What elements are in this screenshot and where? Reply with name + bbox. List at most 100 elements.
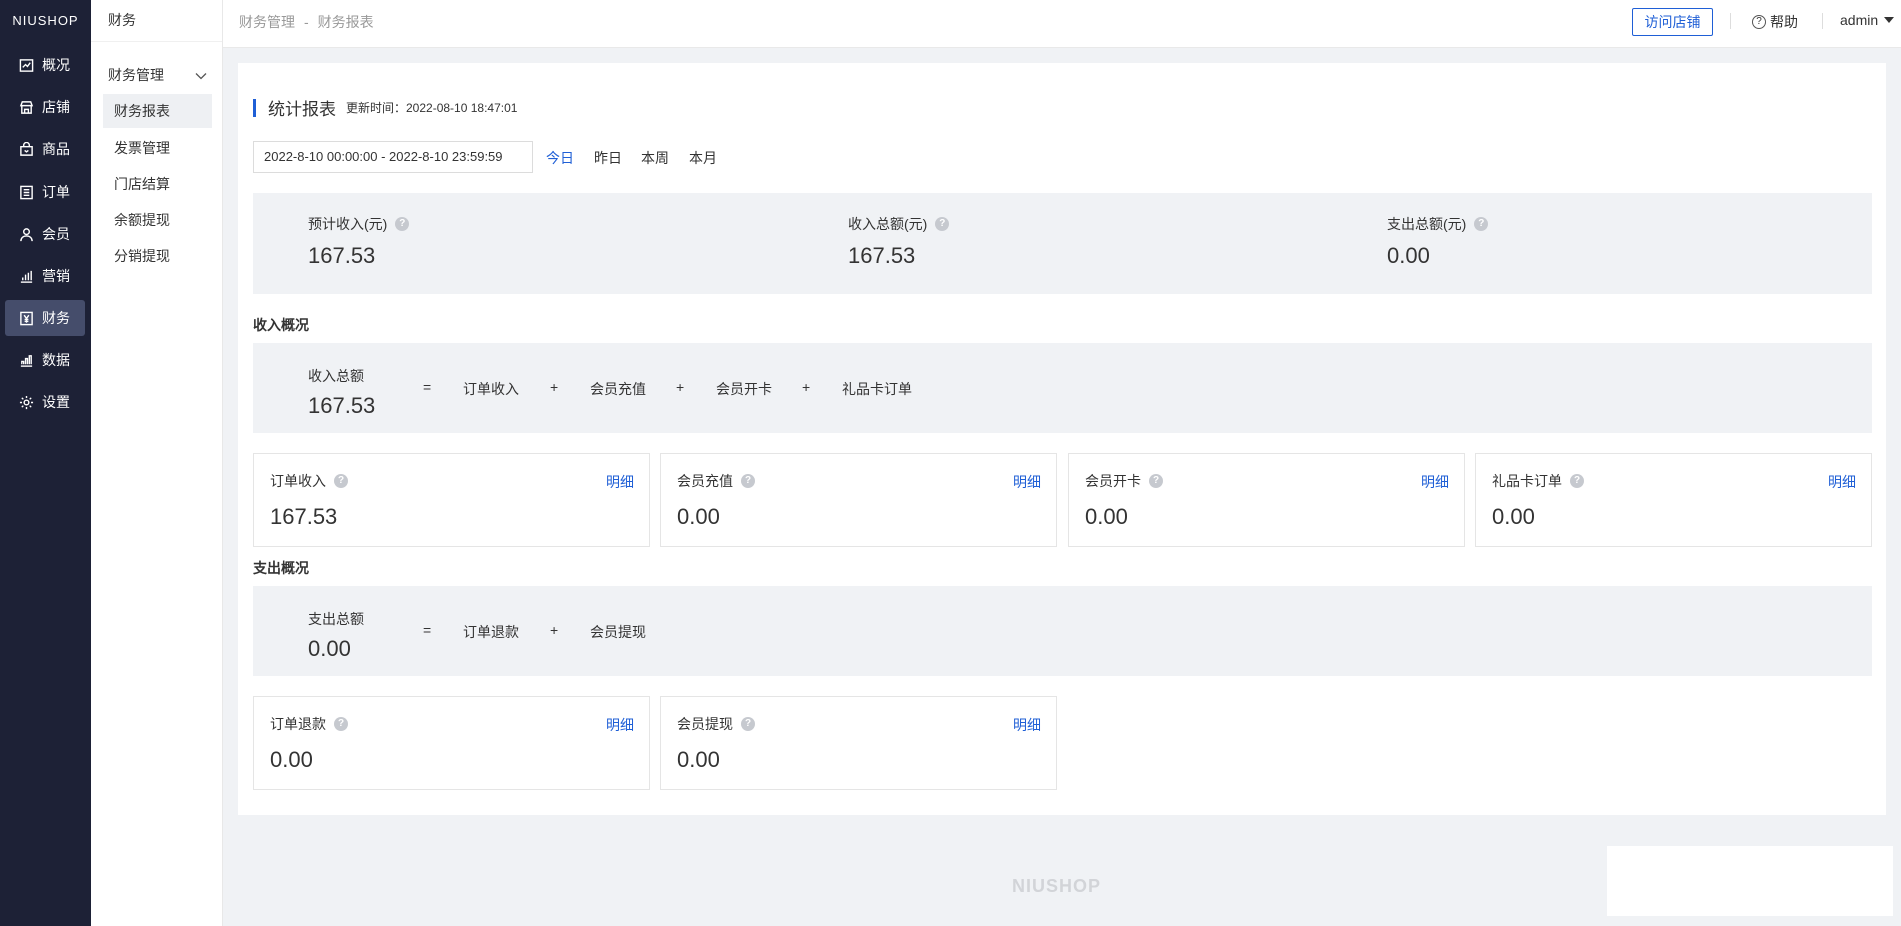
sidebar-item-label: 会员 xyxy=(42,226,70,242)
card-label-text: 会员充值 xyxy=(677,473,733,489)
question-icon[interactable]: ? xyxy=(334,474,348,488)
question-icon[interactable]: ? xyxy=(741,474,755,488)
help-link[interactable]: ? 帮助 xyxy=(1752,12,1798,32)
date-range-picker[interactable]: 2022-8-10 00:00:00 - 2022-8-10 23:59:59 xyxy=(253,141,533,173)
formula-term: 订单收入 xyxy=(463,381,519,397)
sidebar-item-goods[interactable]: 商品 xyxy=(5,131,85,167)
sidebar-item-label: 数据 xyxy=(42,352,70,368)
sidebar-item-member[interactable]: 会员 xyxy=(5,216,85,252)
sidebar-item-finance[interactable]: 财务 xyxy=(5,300,85,336)
sidebar-item-label: 设置 xyxy=(42,394,70,410)
sub-item-balance-withdraw[interactable]: 余额提现 xyxy=(103,203,212,237)
sub-group-finance-management[interactable]: 财务管理 xyxy=(91,62,223,88)
user-icon xyxy=(19,227,34,242)
help-label: 帮助 xyxy=(1770,14,1798,30)
detail-link[interactable]: 明细 xyxy=(1013,715,1041,735)
card-value: 0.00 xyxy=(270,747,313,772)
range-yesterday[interactable]: 昨日 xyxy=(594,148,622,168)
question-icon[interactable]: ? xyxy=(1474,217,1489,231)
breadcrumb-item: 财务报表 xyxy=(317,14,374,30)
expense-card-withdraw: 会员提现? 0.00 明细 xyxy=(660,696,1057,790)
formula-term: 会员提现 xyxy=(590,624,646,640)
sub-sidebar-title: 财务 xyxy=(91,0,222,42)
expense-formula-panel: 支出总额 0.00 = 订单退款 + 会员提现 xyxy=(253,586,1872,676)
report-title: 统计报表 xyxy=(268,100,336,119)
question-icon[interactable]: ? xyxy=(334,717,348,731)
sub-group-label: 财务管理 xyxy=(108,67,164,83)
card-label: 订单收入? xyxy=(270,471,348,491)
card-label-text: 订单退款 xyxy=(270,716,326,732)
bag-icon xyxy=(19,141,34,157)
sidebar-item-store[interactable]: 店铺 xyxy=(5,89,85,125)
user-menu[interactable]: admin xyxy=(1840,12,1895,28)
formula-term: 会员开卡 xyxy=(716,381,772,397)
range-this-week[interactable]: 本周 xyxy=(641,148,669,168)
top-header: 财务管理 - 财务报表 访问店铺 ? 帮助 admin xyxy=(223,0,1901,48)
expense-total-value: 0.00 xyxy=(308,636,351,661)
sub-sidebar: 财务 财务管理 财务报表 发票管理 门店结算 余额提现 分销提现 xyxy=(91,0,223,926)
expense-section-title: 支出概况 xyxy=(253,560,309,576)
sidebar-item-marketing[interactable]: 营销 xyxy=(5,258,85,294)
plus-sign: + xyxy=(676,379,685,395)
detail-link[interactable]: 明细 xyxy=(606,715,634,735)
question-icon[interactable]: ? xyxy=(1570,474,1584,488)
detail-link[interactable]: 明细 xyxy=(1013,472,1041,492)
formula-term: 礼品卡订单 xyxy=(842,381,912,397)
brand-logo[interactable]: NIUSHOP xyxy=(0,0,91,42)
detail-link[interactable]: 明细 xyxy=(606,472,634,492)
question-icon[interactable]: ? xyxy=(1149,474,1163,488)
visit-store-button[interactable]: 访问店铺 xyxy=(1632,8,1713,36)
sub-item-invoice[interactable]: 发票管理 xyxy=(103,131,212,165)
sidebar-item-label: 商品 xyxy=(42,141,70,157)
income-card-order: 订单收入? 167.53 明细 xyxy=(253,453,650,547)
sidebar-item-label: 财务 xyxy=(42,310,70,326)
range-this-month[interactable]: 本月 xyxy=(689,148,717,168)
card-label: 订单退款? xyxy=(270,714,348,734)
footer-brand: NIUSHOP xyxy=(1012,876,1102,896)
stat-value-total-expense: 0.00 xyxy=(1387,243,1430,268)
card-label: 礼品卡订单? xyxy=(1492,471,1584,491)
breadcrumb-item[interactable]: 财务管理 xyxy=(239,14,295,30)
stat-label: 支出总额(元)? xyxy=(1387,214,1489,234)
data-icon xyxy=(19,353,34,368)
question-icon[interactable]: ? xyxy=(935,217,950,231)
formula-term: 会员充值 xyxy=(590,381,646,397)
card-value: 0.00 xyxy=(677,747,720,772)
card-label: 会员开卡? xyxy=(1085,471,1163,491)
plus-sign: + xyxy=(550,379,559,395)
sidebar-item-settings[interactable]: 设置 xyxy=(5,384,85,420)
sub-item-finance-report[interactable]: 财务报表 xyxy=(103,94,212,128)
income-card-giftcard: 礼品卡订单? 0.00 明细 xyxy=(1475,453,1872,547)
detail-link[interactable]: 明细 xyxy=(1828,472,1856,492)
question-icon[interactable]: ? xyxy=(741,717,755,731)
sidebar-item-label: 概况 xyxy=(42,57,70,73)
card-value: 0.00 xyxy=(677,504,720,529)
card-label-text: 会员提现 xyxy=(677,716,733,732)
income-total-label: 收入总额 xyxy=(308,368,364,384)
range-today[interactable]: 今日 xyxy=(546,148,574,168)
help-icon: ? xyxy=(1752,15,1766,29)
breadcrumb: 财务管理 - 财务报表 xyxy=(239,12,374,32)
income-total-value: 167.53 xyxy=(308,393,376,418)
card-value: 0.00 xyxy=(1492,504,1535,529)
sub-item-store-settlement[interactable]: 门店结算 xyxy=(103,167,212,201)
gear-icon xyxy=(19,395,34,410)
stat-label-text: 预计收入(元) xyxy=(308,216,388,232)
question-icon[interactable]: ? xyxy=(395,217,410,231)
sub-item-distribution-withdraw[interactable]: 分销提现 xyxy=(103,239,212,273)
sidebar-item-overview[interactable]: 概况 xyxy=(5,47,85,83)
stat-label: 预计收入(元)? xyxy=(308,214,410,234)
sidebar-item-data[interactable]: 数据 xyxy=(5,342,85,378)
stat-label: 收入总额(元)? xyxy=(848,214,950,234)
line-chart-icon xyxy=(19,58,34,73)
report-header: 统计报表 更新时间：2022-08-10 18:47:01 xyxy=(253,95,517,120)
sidebar-item-order[interactable]: 订单 xyxy=(5,174,85,210)
detail-link[interactable]: 明细 xyxy=(1421,472,1449,492)
update-time: 更新时间：2022-08-10 18:47:01 xyxy=(346,101,518,115)
card-label-text: 订单收入 xyxy=(270,473,326,489)
main-sidebar: NIUSHOP 概况 店铺 商品 订单 会员 营销 财务 数据 设置 xyxy=(0,0,91,926)
sidebar-item-label: 订单 xyxy=(42,184,70,200)
income-formula-panel: 收入总额 167.53 = 订单收入 + 会员充值 + 会员开卡 + 礼品卡订单 xyxy=(253,343,1872,433)
plus-sign: + xyxy=(550,622,559,638)
card-label-text: 会员开卡 xyxy=(1085,473,1141,489)
